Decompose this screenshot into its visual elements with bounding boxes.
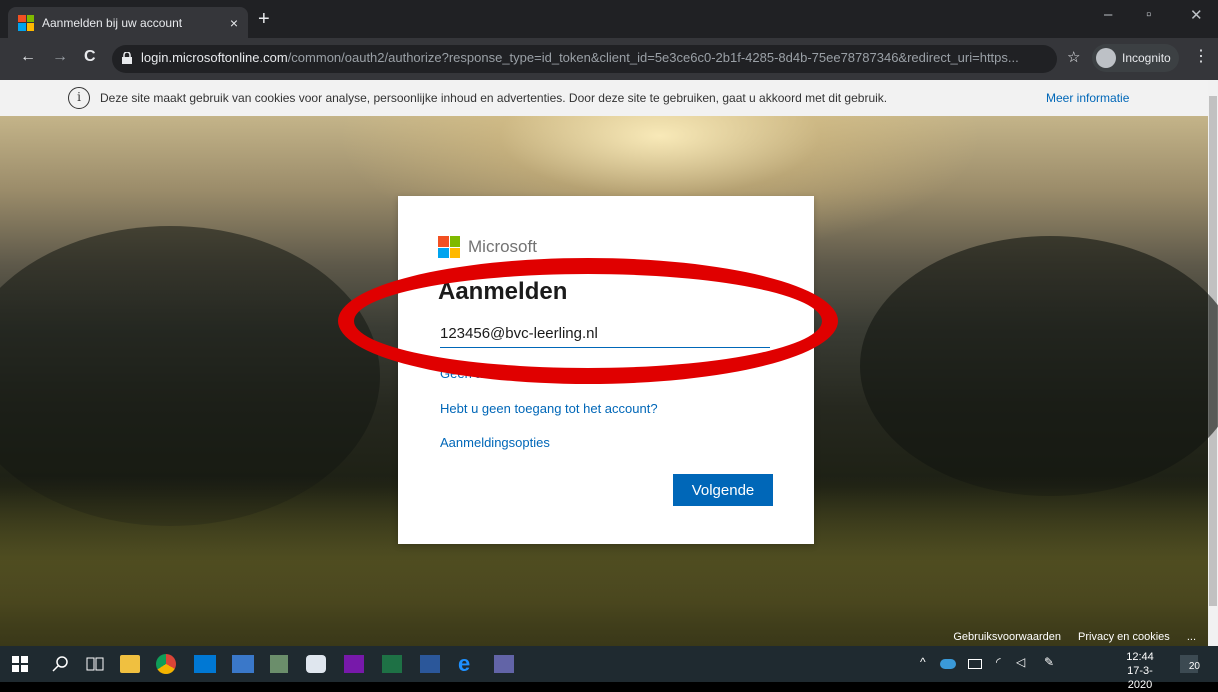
excel-icon[interactable]: [382, 655, 402, 673]
battery-icon[interactable]: [968, 659, 982, 669]
url-text[interactable]: login.microsoftonline.com/common/oauth2/…: [141, 50, 1046, 65]
notification-icon[interactable]: 20: [1180, 655, 1200, 673]
app-icon[interactable]: [306, 655, 326, 673]
tab-bar: Aanmelden bij uw account × + – ▫ ✕: [0, 0, 1218, 38]
terms-link[interactable]: Gebruiksvoorwaarden: [953, 631, 1061, 643]
incognito-icon: [1096, 48, 1116, 68]
url-path: /common/oauth2/authorize?response_type=i…: [287, 50, 1019, 65]
clock-time: 12:44: [1126, 651, 1154, 663]
system-clock[interactable]: 12:44 17-3-2020: [1117, 650, 1163, 692]
edge-icon[interactable]: e: [458, 653, 478, 675]
privacy-link[interactable]: Privacy en cookies: [1078, 631, 1170, 643]
new-tab-button[interactable]: +: [258, 8, 270, 31]
microsoft-favicon-icon: [18, 14, 34, 31]
cookie-more-info-link[interactable]: Meer informatie: [1046, 91, 1129, 105]
bookmark-star-icon[interactable]: ☆: [1067, 48, 1080, 66]
cookie-text: Deze site maakt gebruik van cookies voor…: [100, 91, 888, 105]
windows-start-icon[interactable]: [12, 655, 28, 673]
signin-options-link[interactable]: Aanmeldingsopties: [440, 435, 550, 450]
lock-icon: [122, 52, 132, 64]
teams-icon[interactable]: [494, 655, 514, 673]
logo-text: Microsoft: [468, 237, 537, 256]
tab-close-icon[interactable]: ×: [230, 15, 238, 31]
reload-button[interactable]: C: [84, 48, 96, 66]
create-account-link[interactable]: Geen account? Maak er een!: [440, 366, 608, 381]
clock-date: 17-3-2020: [1127, 665, 1153, 691]
page-title: Aanmelden: [438, 278, 568, 305]
calendar-icon[interactable]: [232, 655, 254, 673]
outlook-icon[interactable]: [194, 655, 216, 673]
incognito-label: Incognito: [1122, 51, 1171, 65]
onedrive-icon[interactable]: [940, 659, 956, 669]
wifi-icon[interactable]: ◜: [996, 655, 1001, 673]
microsoft-logo-icon: [438, 236, 460, 258]
no-access-link[interactable]: Hebt u geen toegang tot het account?: [440, 401, 658, 416]
notification-count: 20: [1188, 661, 1200, 672]
tray-chevron-icon[interactable]: ^: [920, 655, 926, 673]
page-footer: Gebruiksvoorwaarden Privacy en cookies .…: [939, 631, 1196, 643]
chrome-icon[interactable]: [156, 654, 176, 674]
close-window-button[interactable]: ✕: [1190, 6, 1203, 24]
restore-button[interactable]: ▫: [1146, 6, 1151, 23]
footer-more-button[interactable]: ...: [1187, 631, 1196, 643]
forward-button[interactable]: →: [52, 48, 68, 66]
onenote-icon[interactable]: [344, 655, 364, 673]
search-icon[interactable]: [52, 655, 70, 673]
minimize-button[interactable]: –: [1104, 6, 1112, 23]
store-icon[interactable]: [270, 655, 288, 673]
task-view-icon[interactable]: [86, 655, 104, 673]
email-field[interactable]: [440, 320, 770, 348]
info-icon: i: [68, 87, 90, 109]
next-button[interactable]: Volgende: [673, 474, 773, 506]
active-tab[interactable]: Aanmelden bij uw account ×: [8, 7, 248, 38]
login-card: Microsoft Aanmelden Geen account? Maak e…: [398, 196, 814, 544]
back-button[interactable]: ←: [20, 48, 36, 66]
windows-taskbar: e ^ ◜ ◁ ✎ 20: [0, 646, 1218, 682]
incognito-badge[interactable]: Incognito: [1092, 44, 1179, 72]
url-host: login.microsoftonline.com: [141, 50, 288, 65]
volume-icon[interactable]: ◁: [1016, 655, 1025, 673]
pen-icon[interactable]: ✎: [1044, 655, 1054, 673]
file-explorer-icon[interactable]: [120, 655, 140, 673]
browser-menu-icon[interactable]: ⋮: [1193, 46, 1209, 66]
word-icon[interactable]: [420, 655, 440, 673]
tab-title: Aanmelden bij uw account: [42, 15, 183, 30]
